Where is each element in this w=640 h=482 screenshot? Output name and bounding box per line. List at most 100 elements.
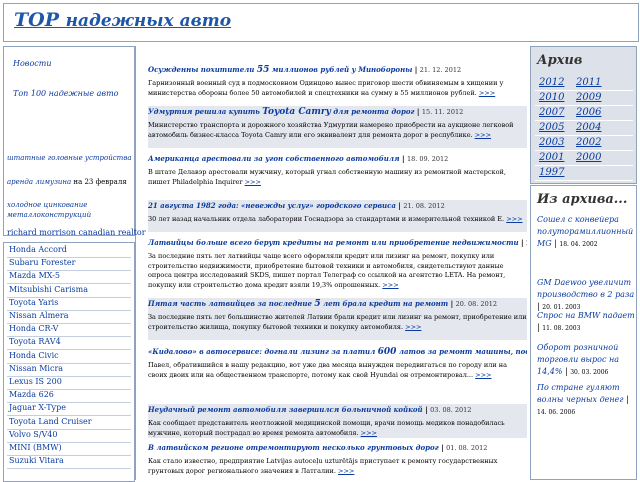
car-model-anchor[interactable]: Nissan Almera — [9, 311, 68, 320]
read-more-link[interactable]: >>> — [405, 323, 421, 331]
archive-article: Оборот розничной торговли вырос на 14,4%… — [537, 343, 619, 376]
menu-news-link[interactable]: Новости — [13, 59, 51, 68]
news-headline-link[interactable]: Американца арестовали за угон собственно… — [148, 154, 400, 163]
car-model-anchor[interactable]: Volvo S/V40 — [9, 430, 57, 439]
news-item: Американца арестовали за угон собственно… — [148, 153, 527, 195]
car-model-anchor[interactable]: Lexus IS 200 — [9, 377, 62, 386]
archive-year-link[interactable]: 2010 — [539, 92, 564, 103]
news-headline-link[interactable]: В латвийском регионе отремонтируют неско… — [148, 443, 439, 452]
car-model-anchor[interactable]: Toyota Yaris — [9, 298, 58, 307]
read-more-link[interactable]: >>> — [506, 215, 522, 223]
car-model-anchor[interactable]: Toyota Land Cruiser — [9, 417, 92, 426]
read-more-link[interactable]: >>> — [382, 281, 398, 289]
sponsor-link-anchor[interactable]: холодное цинкование металлоконструкций — [7, 201, 91, 219]
car-model-link[interactable]: Lexus IS 200 — [9, 377, 62, 386]
news-summary: Как стало известно, предприятие Latvijas… — [148, 457, 498, 475]
car-model-link[interactable]: Mazda MX-5 — [9, 271, 60, 280]
car-model-link[interactable]: Subaru Forester — [9, 258, 75, 267]
read-more-link[interactable]: >>> — [475, 371, 491, 379]
news-date: 21. 12. 2012 — [419, 66, 462, 74]
news-headline-link[interactable]: Неудачный ремонт автомобиля завершился б… — [148, 405, 423, 414]
car-model-anchor[interactable]: Jaguar X-Type — [9, 403, 66, 412]
archive-article-link[interactable]: GM Daewoo увеличит производство в 2 раза — [537, 278, 634, 299]
left-column: Новости Топ 100 надежные авто штатные го… — [3, 46, 146, 482]
archive-year-link[interactable]: 2003 — [539, 137, 564, 148]
archive-year-link[interactable]: 2001 — [539, 152, 564, 163]
archive-divider — [535, 135, 633, 136]
news-summary: 30 лет назад начальник отдела лаборатори… — [148, 215, 523, 223]
news-item: 21 августа 1982 года: «невежды услуг» го… — [148, 200, 527, 232]
news-headline-link[interactable]: Удмуртия решила купить Toyota Camry для … — [148, 107, 414, 117]
read-more-link[interactable]: >>> — [245, 178, 261, 186]
read-more-link[interactable]: >>> — [361, 429, 377, 437]
archive-article-link[interactable]: По стране гуляют волны черных денег — [537, 383, 623, 404]
news-headline-link[interactable]: Латвийцы больше всего берут кредиты на р… — [148, 238, 519, 247]
car-model-link[interactable]: Toyota RAV4 — [9, 337, 61, 346]
archive-year-link[interactable]: 2012 — [539, 77, 564, 88]
car-model-anchor[interactable]: Mazda MX-5 — [9, 271, 60, 280]
archive-divider — [535, 165, 633, 166]
car-model-link[interactable]: Suzuki Vitara — [9, 456, 64, 465]
car-model-link[interactable]: Honda CR-V — [9, 324, 58, 333]
archive-article-link[interactable]: Спрос на BMW падает — [537, 311, 635, 320]
read-more-link[interactable]: >>> — [475, 131, 491, 139]
site-title-link[interactable]: TOP надежных авто — [14, 9, 231, 31]
car-model-anchor[interactable]: Mitsubishi Carisma — [9, 285, 88, 294]
car-model-link[interactable]: Honda Civic — [9, 351, 59, 360]
news-headline-link[interactable]: 21 августа 1982 года: «невежды услуг» го… — [148, 201, 396, 210]
news-headline: Удмуртия решила купить Toyota Camry для … — [148, 107, 464, 117]
sponsor-link-2: аренда лимузина на 23 февраля — [7, 178, 127, 186]
archive-year-link[interactable]: 1997 — [539, 167, 564, 178]
archive-year-link[interactable]: 2000 — [576, 152, 601, 163]
car-model-link[interactable]: Mitsubishi Carisma — [9, 285, 88, 294]
car-model-link[interactable]: Nissan Micra — [9, 364, 63, 373]
car-model-link[interactable]: Nissan Almera — [9, 311, 68, 320]
archive-year-link[interactable]: 2004 — [576, 122, 601, 133]
sponsor-link-4: richard morrison canadian realtor — [7, 228, 146, 237]
car-model-link[interactable]: Volvo S/V40 — [9, 430, 57, 439]
news-summary: Министерство транспорта и дорожного хозя… — [148, 121, 514, 139]
archive-year-link[interactable]: 2006 — [576, 107, 601, 118]
archive-article: Сошел с конвейера полуторамиллионный MG … — [537, 215, 634, 248]
news-summary: За последние пять лет большинство жителе… — [148, 313, 527, 331]
archive-article: GM Daewoo увеличит производство в 2 раза… — [537, 278, 635, 311]
archive-year-link[interactable]: 2009 — [576, 92, 601, 103]
sponsor-link-anchor[interactable]: richard morrison canadian realtor — [7, 228, 146, 237]
news-headline-link[interactable]: Осужденны похитители 55 миллионов рублей… — [148, 65, 412, 75]
car-model-anchor[interactable]: Suzuki Vitara — [9, 456, 64, 465]
car-model-link[interactable]: Toyota Yaris — [9, 298, 58, 307]
sponsor-link-anchor[interactable]: штатные головные устройства — [7, 154, 132, 162]
car-model-anchor[interactable]: Honda CR-V — [9, 324, 58, 333]
car-model-link[interactable]: Toyota Land Cruiser — [9, 417, 92, 426]
sponsor-link-suffix: на 23 февраля — [71, 178, 127, 186]
read-more-link[interactable]: >>> — [479, 89, 495, 97]
archive-article-date: 11. 08. 2003 — [542, 325, 581, 332]
car-model-link[interactable]: MINI (BMW) — [9, 443, 62, 452]
archive-divider — [535, 90, 633, 91]
car-model-anchor[interactable]: Honda Accord — [9, 245, 67, 254]
car-model-anchor[interactable]: Nissan Micra — [9, 364, 63, 373]
menu-top100-link[interactable]: Топ 100 надежные авто — [13, 89, 119, 98]
archive-year-link[interactable]: 2002 — [576, 137, 601, 148]
archive-year-link[interactable]: 2005 — [539, 122, 564, 133]
news-headline: В латвийском регионе отремонтируют неско… — [148, 443, 488, 452]
car-model-anchor[interactable]: MINI (BMW) — [9, 443, 62, 452]
read-more-link[interactable]: >>> — [338, 467, 354, 475]
news-item: «Кидалово» в автосервисе: догнали лизинг… — [148, 346, 527, 398]
archive-divider — [535, 120, 633, 121]
news-headline-link[interactable]: Пятая часть латвийцев за последние 5 лет… — [148, 299, 448, 309]
news-summary: Как сообщает представитель неотложной ме… — [148, 419, 505, 437]
car-model-anchor[interactable]: Toyota RAV4 — [9, 337, 61, 346]
car-list: Honda Accord Subaru Forester Mazda MX-5 Mit… — [3, 242, 135, 482]
car-model-anchor[interactable]: Subaru Forester — [9, 258, 75, 267]
car-model-anchor[interactable]: Mazda 626 — [9, 390, 54, 399]
sponsor-link-anchor[interactable]: аренда лимузина — [7, 178, 71, 186]
car-model-link[interactable]: Honda Accord — [9, 245, 67, 254]
car-model-anchor[interactable]: Honda Civic — [9, 351, 59, 360]
archive-year-link[interactable]: 2011 — [576, 77, 601, 88]
news-headline-link[interactable]: «Кидалово» в автосервисе: догнали лизинг… — [148, 347, 527, 357]
news-item: Пятая часть латвийцев за последние 5 лет… — [148, 298, 527, 340]
car-model-link[interactable]: Mazda 626 — [9, 390, 54, 399]
archive-year-link[interactable]: 2007 — [539, 107, 564, 118]
car-model-link[interactable]: Jaguar X-Type — [9, 403, 66, 412]
